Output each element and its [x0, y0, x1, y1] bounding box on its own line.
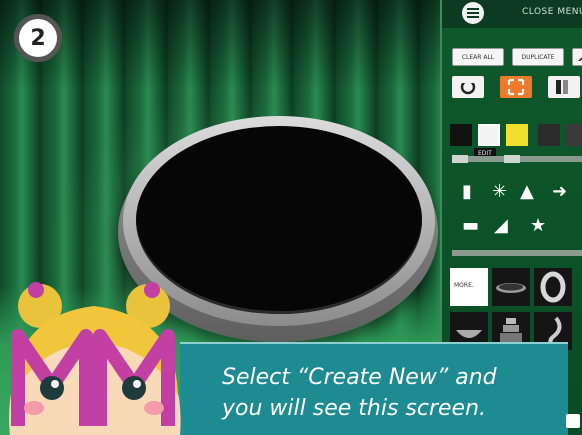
instruction-caption: Select “Create New” and you will see thi…: [180, 342, 568, 435]
swatch-yellow[interactable]: [506, 124, 528, 146]
more-thumbnail-button[interactable]: MORE.: [450, 268, 488, 306]
color-slider-knob[interactable]: [452, 155, 468, 163]
fullscreen-tool-button[interactable]: [500, 76, 532, 98]
duplicate-button[interactable]: DUPLICATE: [512, 48, 564, 66]
arrow-right-icon[interactable]: ➜: [552, 182, 567, 202]
clear-all-button[interactable]: CLEAR ALL: [452, 48, 504, 66]
plate-thumbnail-icon: [496, 283, 526, 293]
color-slider-knob-2[interactable]: [504, 155, 520, 163]
mascot-cheek-left: [24, 401, 44, 415]
mascot-left-eye: [40, 376, 64, 400]
shape-slider[interactable]: [452, 250, 582, 256]
pencil-icon: [578, 57, 582, 61]
step-number-badge: 2: [14, 14, 62, 62]
action-button-row: CLEAR ALL DUPLICATE: [442, 48, 582, 70]
star-icon[interactable]: ★: [530, 216, 546, 236]
caption-text: Select “Create New” and you will see thi…: [222, 362, 562, 424]
ring-thumbnail-icon: [540, 271, 566, 303]
more-label: MORE.: [454, 282, 474, 289]
panel-header: CLOSE MENU: [442, 0, 582, 28]
swatch-black[interactable]: [450, 124, 472, 146]
thumbnail-plate[interactable]: [492, 268, 530, 306]
speech-bubble-icon[interactable]: ▮: [462, 182, 472, 202]
caption-line-2: you will see this screen.: [222, 396, 487, 421]
expand-icon: [507, 78, 525, 96]
screenshot-frame: 2 CLOSE MENU CLEAR ALL DUPLICATE EDIT ▮ …: [0, 0, 582, 435]
close-menu-link[interactable]: CLOSE MENU: [522, 7, 582, 17]
rotate-tool-button[interactable]: [452, 76, 484, 98]
thumbnail-ring[interactable]: [534, 268, 572, 306]
layers-icon: [556, 80, 568, 94]
swatch-white[interactable]: [478, 124, 500, 146]
bar-shape-icon[interactable]: ▬: [462, 216, 479, 236]
caption-corner-icon: [566, 414, 580, 428]
layers-tool-button[interactable]: [548, 76, 580, 98]
caption-line-1: Select “Create New” and: [222, 365, 497, 390]
swatch-charcoal[interactable]: [566, 124, 582, 146]
swatch-dark-gray[interactable]: [538, 124, 560, 146]
rotate-icon: [460, 79, 476, 95]
starburst-icon[interactable]: ✳: [492, 182, 507, 202]
mascot-cheek-right: [144, 401, 164, 415]
menu-icon[interactable]: [462, 2, 484, 24]
color-slider[interactable]: [452, 155, 582, 163]
more-actions-button[interactable]: [572, 48, 582, 66]
tool-icon-row: [442, 76, 582, 100]
mascot-character: [9, 282, 181, 435]
triangle-icon[interactable]: ▲: [520, 182, 534, 202]
right-triangle-icon[interactable]: ◢: [494, 216, 508, 236]
mascot-right-eye: [122, 376, 146, 400]
